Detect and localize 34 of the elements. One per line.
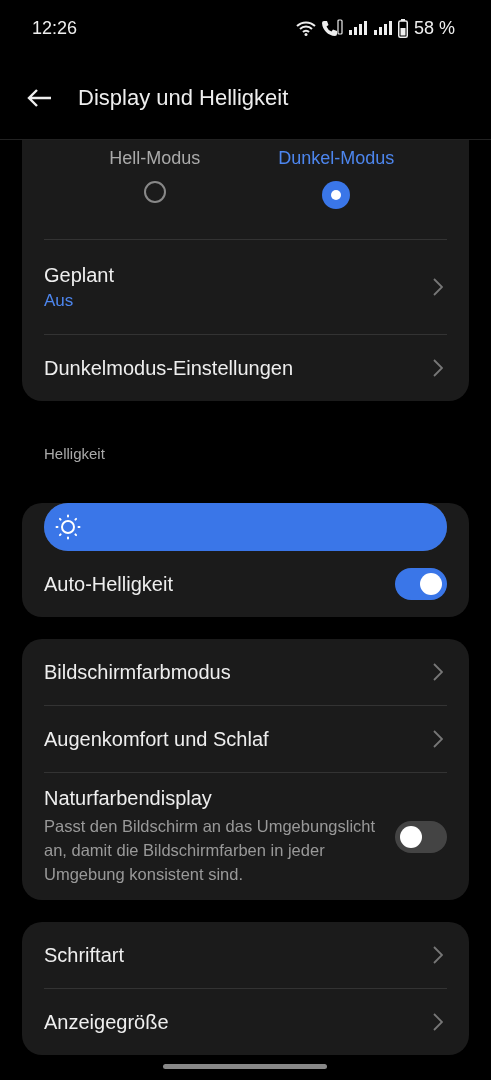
setting-value: Aus [44, 290, 75, 311]
setting-title[interactable]: Dunkelmodus-Einstellungen [44, 356, 294, 380]
page-title: Display und Helligkeit [78, 84, 289, 111]
setting-title[interactable]: Auto-Helligkeit [44, 572, 173, 596]
chevron-right-icon[interactable] [433, 946, 443, 964]
mode-label: Dunkel-Modus [278, 148, 395, 169]
signal-icon [347, 21, 368, 35]
setting-title[interactable]: Anzeigegröße [44, 1010, 169, 1034]
battery-icon [397, 18, 408, 38]
section-label: Helligkeit [43, 444, 106, 464]
chevron-right-icon[interactable] [433, 730, 443, 748]
setting-title[interactable]: Geplant [44, 263, 115, 287]
mode-label: Hell-Modus [109, 148, 201, 169]
status-time: 12:26 [32, 17, 78, 39]
setting-description: Passt den Bildschirm an das Umgebungslicht an, damit die Bildschirmfarben in jeder Umgebung konsistent sind. [44, 816, 377, 885]
back-arrow-icon[interactable] [26, 87, 52, 108]
toggle-switch[interactable] [395, 568, 447, 600]
setting-title[interactable]: Naturfarbendisplay [44, 787, 384, 810]
setting-title[interactable]: Augenkomfort und Schlaf [44, 727, 269, 751]
chevron-right-icon[interactable] [433, 663, 443, 681]
brightness-slider[interactable] [44, 503, 447, 551]
wifi-icon [295, 20, 316, 36]
phone-icon [320, 19, 343, 37]
battery-percent: 58 % [413, 17, 455, 39]
sun-icon [55, 514, 81, 540]
chevron-right-icon[interactable] [433, 278, 443, 296]
setting-title[interactable]: Bildschirmfarbmodus [44, 660, 231, 684]
signal-icon [372, 21, 393, 35]
chevron-right-icon[interactable] [433, 359, 443, 377]
radio-button[interactable] [143, 181, 166, 203]
radio-button[interactable] [322, 181, 351, 209]
setting-title[interactable]: Schriftart [44, 943, 125, 967]
chevron-right-icon[interactable] [433, 1013, 443, 1031]
toggle-switch[interactable] [395, 820, 447, 853]
